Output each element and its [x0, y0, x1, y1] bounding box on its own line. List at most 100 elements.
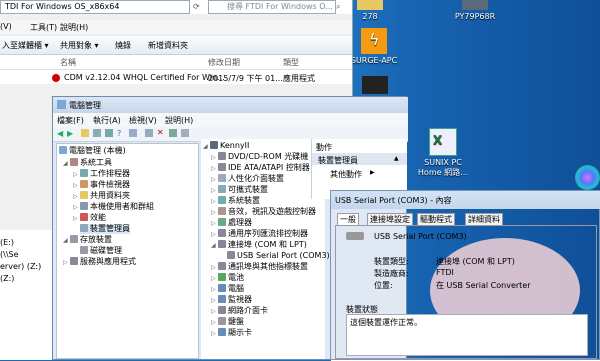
browser-icon[interactable]	[575, 165, 600, 190]
tab-driver[interactable]: 驅動程式	[417, 213, 455, 225]
forward-icon[interactable]: ▶	[67, 129, 73, 138]
tree-item-selected[interactable]: 裝置管理員	[80, 224, 130, 234]
expand-arrow-icon[interactable]: ▷	[211, 186, 218, 196]
device-category[interactable]: ▷ 顯示卡	[211, 328, 252, 339]
device-category[interactable]: ▷ 監視器	[211, 295, 252, 306]
device-category[interactable]: ▷ 通訊埠與其他指標裝置	[211, 262, 308, 273]
device-category[interactable]: ▷ 網路介面卡	[211, 306, 268, 317]
tab-port-settings[interactable]: 連接埠設定	[367, 213, 413, 225]
tree-item[interactable]: ▷ 服務與應用程式	[63, 257, 136, 268]
folder-icon[interactable]	[81, 129, 89, 137]
refresh-icon[interactable]: ⟳	[193, 2, 200, 11]
expand-arrow-icon[interactable]: ▷	[211, 296, 218, 306]
tree-item[interactable]: ◢ 存放裝置	[63, 235, 112, 246]
device-category[interactable]: ▷ 人性化介面裝置	[211, 174, 284, 185]
column-name[interactable]: 名稱	[60, 57, 76, 68]
update-driver-icon[interactable]	[145, 129, 153, 137]
uninstall-icon[interactable]: ✕	[157, 128, 164, 137]
tab-general[interactable]: 一般	[337, 213, 359, 225]
device-category[interactable]: ▷ 通用序列匯流排控制器	[211, 229, 308, 240]
tree-item[interactable]: ◢ 系統工具	[63, 158, 112, 169]
enable-icon[interactable]	[181, 129, 189, 137]
device-category[interactable]: ▷ DVD/CD-ROM 光碟機	[211, 152, 308, 163]
expand-arrow-icon[interactable]: ▷	[211, 230, 218, 240]
desktop-icon-sunix[interactable]: X SUNIX PC Home 網路…	[413, 128, 473, 178]
nav-item[interactable]: (E:)	[0, 238, 14, 247]
expand-arrow-icon[interactable]: ▷	[73, 170, 80, 180]
burn-button[interactable]: 燒錄	[115, 40, 131, 51]
column-type[interactable]: 類型	[283, 57, 299, 68]
menu-view[interactable]: (V)	[0, 22, 12, 31]
menu-view[interactable]: 檢視(V)	[129, 115, 157, 126]
nav-item[interactable]: (Z:)	[0, 274, 14, 283]
expand-arrow-icon[interactable]: ▷	[211, 208, 218, 218]
disable-icon[interactable]	[169, 129, 177, 137]
device-item-usb-serial[interactable]: USB Serial Port (COM3)	[227, 251, 330, 261]
expand-arrow-icon[interactable]: ▷	[211, 285, 218, 295]
device-category[interactable]: ▷ IDE ATA/ATAPI 控制器	[211, 163, 310, 174]
more-actions[interactable]: 其他動作 ▶	[312, 167, 407, 179]
expand-arrow-icon[interactable]: ▷	[211, 329, 218, 339]
back-icon[interactable]: ◀	[57, 129, 63, 138]
device-category[interactable]: ▷ 處理器	[211, 218, 252, 229]
expand-arrow-icon[interactable]: ▷	[73, 181, 80, 191]
desktop-icon-dark[interactable]	[362, 76, 388, 94]
column-date[interactable]: 修改日期	[208, 57, 240, 68]
tree-item[interactable]: ▷ 本機使用者和群組	[73, 202, 154, 213]
expand-arrow-icon[interactable]: ◢	[63, 159, 70, 169]
expand-arrow-icon[interactable]: ▷	[73, 214, 80, 224]
device-category[interactable]: ▷ 系統裝置	[211, 196, 260, 207]
address-bar[interactable]: TDI For Windows OS_x86x64	[0, 0, 190, 14]
status-box[interactable]: 這個裝置運作正常。	[346, 314, 588, 356]
tree-item[interactable]: ▷ 工作排程器	[73, 169, 130, 180]
collapse-icon[interactable]: ▲	[394, 155, 399, 162]
nav-item[interactable]: erver) (Z:)	[0, 262, 41, 271]
tree-item[interactable]: ▷ 效能	[73, 213, 106, 224]
expand-arrow-icon[interactable]: ▷	[211, 318, 218, 328]
file-row[interactable]: CDM v2.12.04 WHQL Certified For Win... 2…	[0, 70, 352, 84]
expand-arrow-icon[interactable]: ▷	[211, 164, 218, 174]
expand-arrow-icon[interactable]: ◢	[63, 236, 70, 246]
expand-arrow-icon[interactable]: ▷	[211, 274, 218, 284]
menu-file[interactable]: 檔案(F)	[57, 115, 84, 126]
console-icon[interactable]	[93, 129, 101, 137]
include-in-library-button[interactable]: 入至媒體櫃 ▾	[2, 40, 49, 51]
expand-arrow-icon[interactable]: ▷	[211, 219, 218, 229]
properties-icon[interactable]	[105, 129, 113, 137]
desktop-icon-py79p68r[interactable]: PY79P68R	[445, 0, 505, 21]
search-input[interactable]: 搜尋 FTDI For Windows O...	[208, 0, 336, 14]
device-category[interactable]: ◢ 連接埠 (COM 和 LPT)	[211, 240, 307, 251]
tree-item[interactable]: 電腦管理 (本機)	[59, 146, 126, 156]
device-category[interactable]: ▷ 鍵盤	[211, 317, 244, 328]
expand-arrow-icon[interactable]: ▷	[211, 153, 218, 163]
device-category[interactable]: ▷ 電池	[211, 273, 244, 284]
desktop-icon-surge-apc[interactable]: ϟ SURGE-APC	[344, 28, 404, 65]
expand-arrow-icon[interactable]: ▷	[211, 263, 218, 273]
menu-action[interactable]: 執行(A)	[93, 115, 121, 126]
device-category[interactable]: ▷ 可攜式裝置	[211, 185, 268, 196]
tab-details[interactable]: 詳細資料	[465, 213, 503, 225]
tree-item[interactable]: ▷ 共用資料夾	[73, 191, 130, 202]
nav-item[interactable]: (\\Se	[0, 250, 19, 259]
device-tree-root[interactable]: ◢ KennyII	[203, 141, 249, 152]
menu-help[interactable]: 說明(H)	[60, 22, 88, 33]
tree-item[interactable]: 磁碟管理	[80, 246, 122, 256]
expand-arrow-icon[interactable]: ▷	[73, 192, 80, 202]
new-folder-button[interactable]: 新增資料夾	[148, 40, 188, 51]
expand-arrow-icon[interactable]: ◢	[203, 142, 210, 152]
tree-item[interactable]: ▷ 事件檢視器	[73, 180, 130, 191]
scan-icon[interactable]	[129, 129, 137, 137]
expand-arrow-icon[interactable]: ▷	[73, 203, 80, 213]
menu-tools[interactable]: 工具(T)	[30, 22, 57, 33]
expand-arrow-icon[interactable]: ▷	[211, 197, 218, 207]
device-category[interactable]: ▷ 電腦	[211, 284, 244, 295]
help-icon[interactable]: ?	[117, 129, 121, 138]
expand-arrow-icon[interactable]: ▷	[63, 258, 70, 268]
share-with-button[interactable]: 共用對象 ▾	[60, 40, 99, 51]
search-icon[interactable]: ⌕	[336, 2, 340, 12]
menu-help[interactable]: 說明(H)	[165, 115, 193, 126]
device-category[interactable]: ▷ 音效，視訊及遊戲控制器	[211, 207, 316, 218]
expand-arrow-icon[interactable]: ◢	[211, 241, 218, 251]
expand-arrow-icon[interactable]: ▷	[211, 175, 218, 185]
expand-arrow-icon[interactable]: ▷	[211, 307, 218, 317]
